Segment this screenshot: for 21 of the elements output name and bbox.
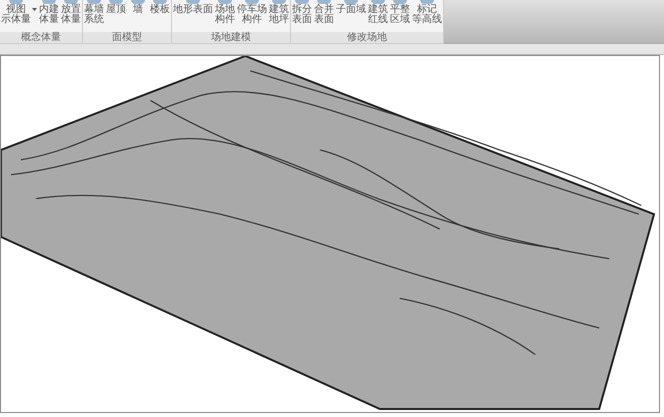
ribbon-button[interactable]: 建筑 红线 bbox=[367, 0, 389, 32]
panel-title: 概念体量 bbox=[0, 32, 82, 43]
ribbon-button[interactable]: 平整 区域 bbox=[389, 0, 411, 32]
ribbon-button[interactable]: 场地 构件 bbox=[214, 0, 236, 32]
ribbon-button[interactable]: 放置 体量 bbox=[60, 0, 82, 32]
panel-title: 面模型 bbox=[83, 32, 171, 43]
ribbon-button[interactable]: 标记 等高线 bbox=[411, 0, 443, 32]
ribbon-button[interactable]: 地形表面 bbox=[172, 0, 214, 32]
ribbon-button[interactable]: 幕墙 系统 bbox=[83, 0, 105, 32]
panel-title: 场地建模 bbox=[172, 32, 290, 43]
ribbon-button[interactable]: 建筑 地坪 bbox=[268, 0, 290, 32]
ribbon-button[interactable]: 视图 示体量 bbox=[0, 0, 38, 32]
ribbon-button[interactable]: 屋顶 bbox=[105, 0, 127, 32]
ribbon-button[interactable]: 墙 bbox=[127, 0, 149, 32]
ribbon-button[interactable]: 合并 表面 bbox=[313, 0, 335, 32]
ribbon-button[interactable]: 停车场 构件 bbox=[236, 0, 268, 32]
ribbon-button[interactable]: 子面域 bbox=[335, 0, 367, 32]
panel-title: 修改场地 bbox=[291, 32, 443, 43]
ribbon-button[interactable]: 内建 体量 bbox=[38, 0, 60, 32]
ribbon-button[interactable]: 楼板 bbox=[149, 0, 171, 32]
ribbon-button[interactable]: 拆分 表面 bbox=[291, 0, 313, 32]
